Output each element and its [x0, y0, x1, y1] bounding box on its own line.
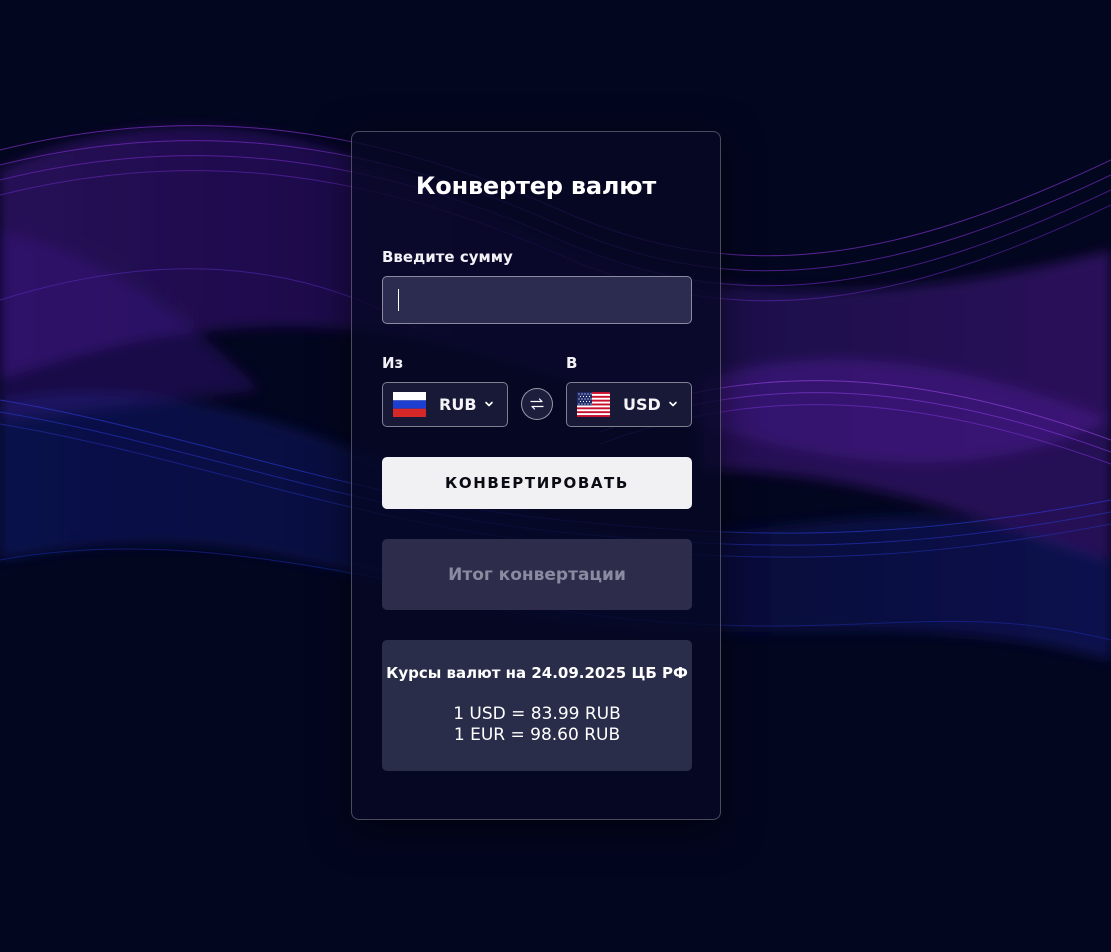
amount-label: Введите сумму — [382, 248, 513, 266]
to-currency-code: USD — [623, 395, 661, 414]
page-title: Конвертер валют — [415, 172, 657, 200]
result-placeholder: Итог конвертации — [448, 564, 626, 585]
amount-input[interactable] — [382, 276, 692, 324]
rate-line-eur: 1 EUR = 98.60 RUB — [453, 725, 621, 745]
to-currency-select[interactable]: USD — [566, 382, 692, 427]
convert-button[interactable]: КОНВЕРТИРОВАТЬ — [382, 457, 692, 509]
russia-flag-icon — [393, 392, 426, 417]
converter-card: Конвертер валют Введите сумму Из В RUB U… — [351, 131, 721, 820]
rates-panel: Курсы валют на 24.09.2025 ЦБ РФ 1 USD = … — [382, 640, 692, 771]
swap-arrows-icon — [530, 398, 544, 410]
rates-title: Курсы валют на 24.09.2025 ЦБ РФ — [386, 664, 688, 682]
usa-flag-icon — [577, 392, 610, 417]
text-caret — [398, 289, 399, 311]
from-currency-select[interactable]: RUB — [382, 382, 508, 427]
chevron-down-icon — [669, 401, 677, 407]
rate-line-usd: 1 USD = 83.99 RUB — [453, 704, 621, 724]
chevron-down-icon — [485, 401, 493, 407]
result-box: Итог конвертации — [382, 539, 692, 610]
to-label: В — [566, 354, 578, 372]
from-currency-code: RUB — [439, 395, 477, 414]
swap-button[interactable] — [521, 388, 553, 420]
from-label: Из — [382, 354, 404, 372]
